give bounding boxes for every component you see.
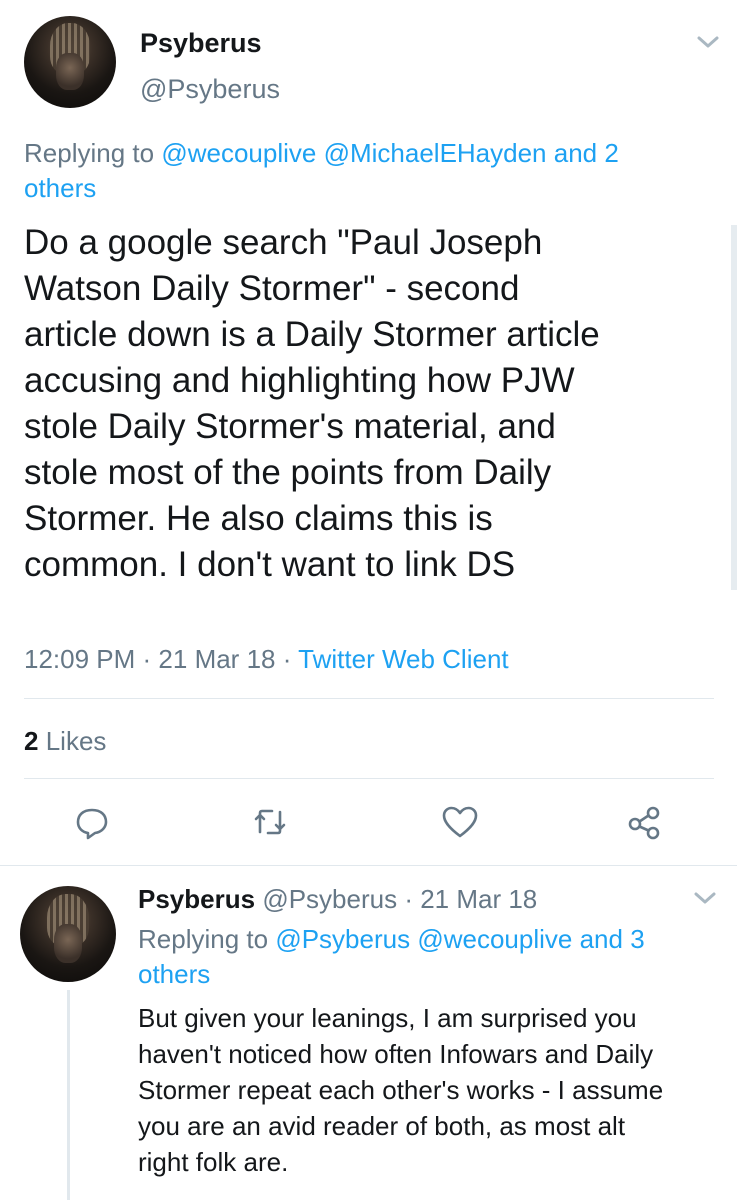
reply-header: Psyberus @Psyberus · 21 Mar 18 [138, 884, 538, 914]
mention-wecouplive[interactable]: @wecouplive [161, 138, 316, 168]
tweet-text-line: stole Daily Stormer's material, and [24, 407, 556, 446]
reply-date[interactable]: 21 Mar 18 [420, 884, 537, 914]
tweet-meta: 12:09 PM · 21 Mar 18 · Twitter Web Clien… [24, 644, 509, 674]
thread-line [67, 990, 70, 1200]
tweet-text-line: stole most of the points from Daily [24, 453, 552, 492]
replying-and-others[interactable]: and 3 [580, 924, 645, 954]
likes-count[interactable]: 2 Likes [24, 726, 106, 757]
mention-psyberus[interactable]: @Psyberus [275, 924, 410, 954]
chevron-down-icon[interactable] [693, 30, 723, 54]
divider [24, 778, 714, 779]
author-handle[interactable]: @Psyberus [140, 74, 280, 105]
retweet-button[interactable] [250, 802, 290, 842]
reply-text-line: right folk are. [138, 1147, 289, 1177]
like-button[interactable] [440, 802, 480, 842]
replying-to: Replying to @wecouplive @MichaelEHayden … [24, 136, 714, 206]
reply-button[interactable] [72, 802, 112, 842]
tweet-time[interactable]: 12:09 PM [24, 644, 135, 674]
tweet-text-line: article down is a Daily Stormer article [24, 315, 600, 354]
reply-tweet[interactable]: Psyberus @Psyberus · 21 Mar 18 Replying … [0, 866, 737, 1200]
replying-others[interactable]: others [24, 173, 96, 203]
tweet-text: Do a google search "Paul Joseph Watson D… [24, 220, 714, 588]
author-handle[interactable]: @Psyberus [262, 884, 397, 914]
likes-label: Likes [45, 726, 107, 756]
divider [24, 698, 714, 699]
likes-number: 2 [24, 726, 39, 756]
retweet-icon [254, 809, 286, 835]
reply-icon [76, 808, 108, 840]
tweet-text-line: Stormer. He also claims this is [24, 499, 493, 538]
tweet-date[interactable]: 21 Mar 18 [158, 644, 275, 674]
replying-to: Replying to @Psyberus @wecouplive and 3 … [138, 922, 718, 992]
tweet-text-line: Do a google search "Paul Joseph [24, 223, 543, 262]
tweet-text-line: common. I don't want to link DS [24, 545, 516, 584]
tweet-text-line: accusing and highlighting how PJW [24, 361, 575, 400]
main-tweet: Psyberus @Psyberus Replying to @wecoupli… [0, 0, 737, 866]
replying-prefix: Replying to [138, 924, 276, 954]
replying-and-others[interactable]: and 2 [554, 138, 619, 168]
mention-wecouplive[interactable]: @wecouplive [417, 924, 572, 954]
reply-text-line: But given your leanings, I am surprised … [138, 1003, 637, 1033]
reply-text-line: haven't noticed how often Infowars and D… [138, 1039, 654, 1069]
reply-text-line: you are an avid reader of both, as most … [138, 1111, 626, 1141]
replying-others[interactable]: others [138, 959, 210, 989]
reply-text-line: Stormer repeat each other's works - I as… [138, 1075, 664, 1105]
avatar-face [56, 52, 84, 90]
author-name[interactable]: Psyberus [138, 884, 255, 914]
avatar-face [53, 924, 83, 963]
reply-text: But given your leanings, I am surprised … [138, 1000, 728, 1180]
replying-prefix: Replying to [24, 138, 162, 168]
author-name[interactable]: Psyberus [140, 28, 262, 59]
mention-michaelehayden[interactable]: @MichaelEHayden [324, 138, 547, 168]
scrollbar[interactable] [731, 225, 737, 590]
chevron-down-icon[interactable] [690, 886, 720, 910]
tweet-text-line: Watson Daily Stormer" - second [24, 269, 520, 308]
share-icon [628, 806, 660, 840]
avatar[interactable] [20, 886, 116, 982]
avatar[interactable] [24, 16, 116, 108]
share-button[interactable] [624, 802, 664, 842]
tweet-client[interactable]: Twitter Web Client [298, 644, 508, 674]
heart-icon [442, 806, 478, 838]
